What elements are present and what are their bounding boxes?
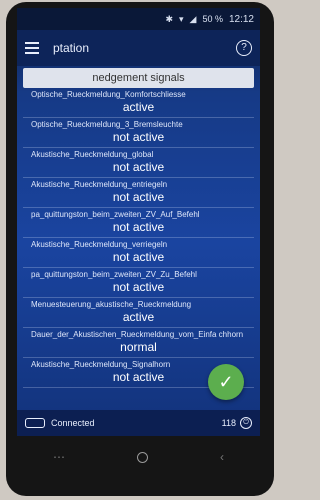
item-name: pa_quittungston_beim_zweiten_ZV_Zu_Befeh… <box>31 270 197 279</box>
item-value: not active <box>112 250 165 264</box>
item-name: pa_quittungston_beim_zweiten_ZV_Auf_Befe… <box>31 210 200 219</box>
home-icon[interactable] <box>137 451 148 463</box>
list-item[interactable]: Akustische_Rueckmeldung_verriegeln not a… <box>23 238 254 268</box>
list-item[interactable]: Menuesteuerung_akustische_Rueckmeldung a… <box>23 298 254 328</box>
signal-icon: ◢ <box>189 13 197 24</box>
item-name: Menuesteuerung_akustische_Rueckmeldung <box>31 300 192 309</box>
item-value: not active <box>112 160 165 174</box>
help-icon[interactable]: ? <box>236 40 252 56</box>
connection-status: Connected <box>51 418 95 428</box>
list-item[interactable]: pa_quittungston_beim_zweiten_ZV_Auf_Befe… <box>23 208 254 238</box>
item-name: Optische_Rueckmeldung_3_Bremsleuchte <box>31 120 183 129</box>
android-nav-bar: ⋯ ‹ <box>17 440 260 474</box>
car-icon <box>25 418 45 428</box>
list-item[interactable]: Akustische_Rueckmeldung_entriegeln not a… <box>23 178 254 208</box>
item-name: Optische_Rueckmeldung_Komfortschliesse <box>31 90 186 99</box>
confirm-button[interactable]: ✓ <box>208 364 244 400</box>
item-name: Akustische_Rueckmeldung_verriegeln <box>31 240 168 249</box>
clock: 12:12 <box>228 13 254 25</box>
list-item[interactable]: Optische_Rueckmeldung_3_Bremsleuchte not… <box>23 118 254 148</box>
checkmark-icon: ✓ <box>218 372 234 392</box>
item-value: not active <box>112 220 165 234</box>
list-item[interactable]: Akustische_Rueckmeldung_global not activ… <box>23 148 254 178</box>
item-value: active <box>122 310 155 324</box>
section-title: nedgement signals <box>23 68 254 88</box>
battery-level: 50 % <box>202 14 223 24</box>
item-value: not active <box>112 190 165 204</box>
wifi-icon: ▾ <box>179 13 184 24</box>
item-name: Akustische_Rueckmeldung_global <box>31 150 154 159</box>
item-value: not active <box>112 280 165 294</box>
app-screen: ✱ ▾ ◢ 50 % 12:12 ptation ? nedgement sig… <box>17 8 260 436</box>
recent-apps-icon[interactable]: ⋯ <box>53 450 65 464</box>
connection-bar: Connected 118 ⏻ <box>17 410 260 436</box>
status-bar: ✱ ▾ ◢ 50 % 12:12 <box>17 8 260 30</box>
signal-list: Optische_Rueckmeldung_Komfortschliesse a… <box>17 88 260 388</box>
item-value: not active <box>112 130 165 144</box>
item-value: active <box>122 100 155 114</box>
list-item[interactable]: Optische_Rueckmeldung_Komfortschliesse a… <box>23 88 254 118</box>
list-item[interactable]: Dauer_der_Akustischen_Rueckmeldung_vom_E… <box>23 328 254 358</box>
bluetooth-icon: ✱ <box>165 13 173 24</box>
item-value: normal <box>120 340 157 354</box>
item-name: Dauer_der_Akustischen_Rueckmeldung_vom_E… <box>31 330 244 339</box>
app-bar: ptation ? <box>17 30 260 66</box>
exit-icon[interactable]: ⏻ <box>240 417 252 429</box>
list-item[interactable]: pa_quittungston_beim_zweiten_ZV_Zu_Befeh… <box>23 268 254 298</box>
message-count: 118 <box>221 418 236 428</box>
hamburger-icon[interactable] <box>25 42 39 54</box>
back-icon[interactable]: ‹ <box>220 450 224 464</box>
item-name: Akustische_Rueckmeldung_entriegeln <box>31 180 168 189</box>
app-title: ptation <box>53 41 90 55</box>
